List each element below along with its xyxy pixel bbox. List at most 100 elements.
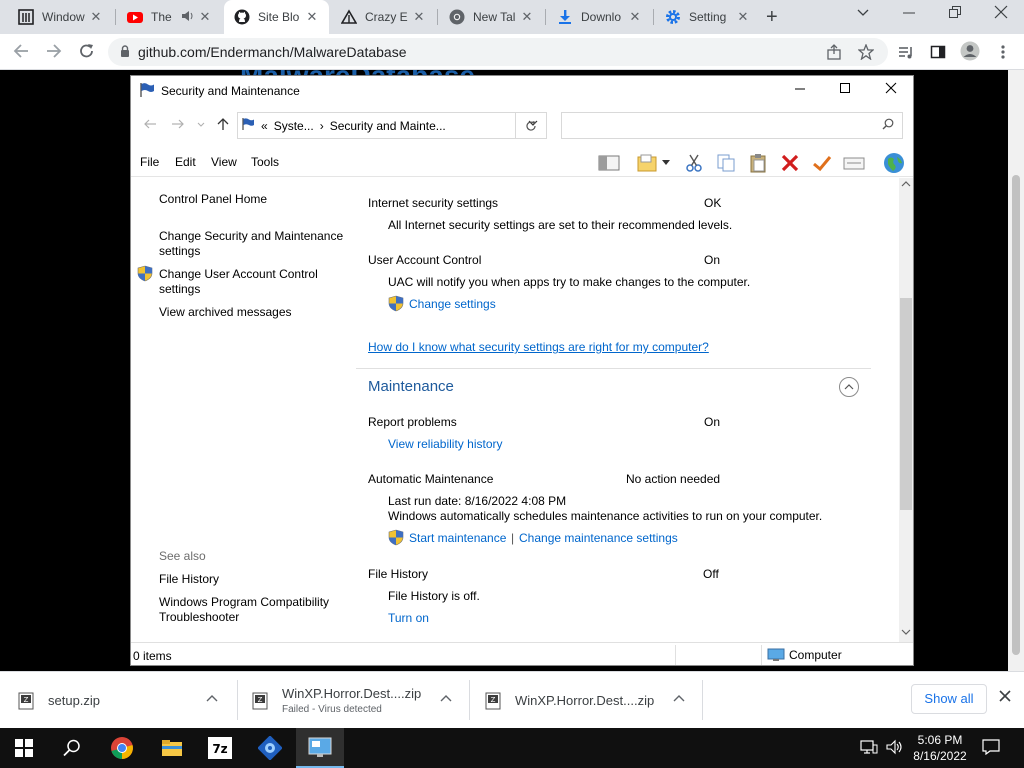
up-icon[interactable] xyxy=(216,117,230,134)
tab-crazy[interactable]: Crazy E ✕ xyxy=(331,0,436,34)
taskbar-search-icon[interactable] xyxy=(48,728,96,768)
speaker-icon[interactable] xyxy=(181,10,195,25)
address-bar[interactable]: github.com/Endermanch/MalwareDatabase xyxy=(108,38,888,66)
refresh-icon[interactable] xyxy=(515,112,547,139)
breadcrumb-overflow[interactable]: « xyxy=(261,119,268,133)
system-clock[interactable]: 5:06 PM 8/16/2022 xyxy=(910,732,970,764)
close-icon[interactable]: ✕ xyxy=(626,9,644,25)
tab-downloads[interactable]: Downlo ✕ xyxy=(547,0,652,34)
new-tab-button[interactable]: + xyxy=(766,7,778,27)
download-item[interactable]: Z WinXP.Horror.Dest....zip Failed - Viru… xyxy=(252,672,468,729)
tab-settings[interactable]: Setting ✕ xyxy=(655,0,760,34)
side-panel-icon[interactable] xyxy=(930,44,946,63)
change-maintenance-settings-link[interactable]: Change maintenance settings xyxy=(519,531,678,545)
profile-avatar-icon[interactable] xyxy=(960,41,980,64)
copy-icon[interactable] xyxy=(714,152,738,174)
scrollbar-thumb[interactable] xyxy=(900,298,912,510)
tab-archive[interactable]: Window ✕ xyxy=(8,0,113,34)
menu-file[interactable]: File xyxy=(140,155,159,169)
tab-github[interactable]: Site Blo ✕ xyxy=(224,0,329,34)
file-history-link[interactable]: File History xyxy=(159,572,349,587)
back-icon[interactable] xyxy=(143,117,157,134)
breadcrumb-separator[interactable]: › xyxy=(320,119,324,133)
reload-icon[interactable] xyxy=(78,42,96,65)
breadcrumb-item[interactable]: Security and Mainte... xyxy=(330,119,446,133)
menu-view[interactable]: View xyxy=(211,155,237,169)
close-icon[interactable]: ✕ xyxy=(734,9,752,25)
kebab-menu-icon[interactable] xyxy=(1000,44,1006,63)
menu-tools[interactable]: Tools xyxy=(251,155,279,169)
collapse-section-icon[interactable] xyxy=(839,377,859,397)
show-all-downloads-button[interactable]: Show all xyxy=(911,684,987,714)
security-settings-help-link[interactable]: How do I know what security settings are… xyxy=(368,340,709,354)
download-item[interactable]: Z WinXP.Horror.Dest....zip xyxy=(485,672,701,729)
compatibility-troubleshooter-link[interactable]: Windows Program Compatibility Troublesho… xyxy=(159,595,349,625)
page-scrollbar[interactable] xyxy=(1008,70,1024,671)
chrome-taskbar-icon[interactable] xyxy=(98,728,146,768)
7zip-icon[interactable]: 7z xyxy=(196,728,244,768)
minimize-icon[interactable] xyxy=(793,81,807,99)
properties-icon[interactable] xyxy=(842,152,866,174)
globe-icon[interactable] xyxy=(882,152,906,174)
minimize-icon[interactable] xyxy=(902,5,916,22)
cut-icon[interactable] xyxy=(682,152,706,174)
preview-pane-icon[interactable] xyxy=(597,152,621,174)
volume-icon[interactable] xyxy=(886,739,904,758)
notifications-icon[interactable] xyxy=(982,739,1000,758)
share-icon[interactable] xyxy=(826,44,842,63)
url-text: github.com/Endermanch/MalwareDatabase xyxy=(138,44,407,60)
close-icon[interactable] xyxy=(884,81,898,99)
chevron-up-icon[interactable] xyxy=(673,694,685,705)
start-button[interactable] xyxy=(0,728,48,768)
media-control-icon[interactable] xyxy=(898,44,914,63)
chevron-down-icon[interactable] xyxy=(659,152,673,174)
close-icon[interactable]: ✕ xyxy=(196,9,214,25)
maximize-icon[interactable] xyxy=(838,81,852,99)
download-item[interactable]: Z setup.zip xyxy=(18,672,236,729)
view-reliability-history-link[interactable]: View reliability history xyxy=(388,437,503,451)
scroll-down-icon[interactable] xyxy=(899,628,913,638)
tab-youtube[interactable]: The ✕ xyxy=(117,0,222,34)
automatic-maintenance-description: Windows automatically schedules maintena… xyxy=(388,509,823,523)
close-icon[interactable]: ✕ xyxy=(410,9,428,25)
control-panel-taskbar-icon[interactable] xyxy=(296,728,344,768)
close-icon[interactable]: ✕ xyxy=(87,9,105,25)
control-panel-home-link[interactable]: Control Panel Home xyxy=(159,192,349,207)
paste-icon[interactable] xyxy=(746,152,770,174)
control-panel-search-input[interactable] xyxy=(561,112,903,139)
turn-on-file-history-link[interactable]: Turn on xyxy=(388,611,429,625)
scroll-up-icon[interactable] xyxy=(899,180,913,190)
network-icon[interactable] xyxy=(860,739,878,758)
file-explorer-icon[interactable] xyxy=(148,728,196,768)
checkmark-icon[interactable] xyxy=(810,152,834,174)
scrollbar-thumb[interactable] xyxy=(1012,175,1020,655)
close-icon[interactable]: ✕ xyxy=(303,9,321,25)
breadcrumb[interactable]: « Syste... › Security and Mainte... xyxy=(237,112,547,139)
folder-options-icon[interactable] xyxy=(635,152,659,174)
uac-change-settings-link[interactable]: Change settings xyxy=(409,297,496,311)
close-icon[interactable] xyxy=(998,689,1012,708)
forward-icon[interactable] xyxy=(171,117,185,134)
close-icon[interactable]: ✕ xyxy=(518,9,536,25)
content-scrollbar[interactable] xyxy=(899,178,913,642)
change-uac-settings-link[interactable]: Change User Account Control settings xyxy=(159,267,349,297)
close-icon[interactable] xyxy=(994,5,1008,22)
recent-locations-icon[interactable] xyxy=(197,117,205,134)
chevron-up-icon[interactable] xyxy=(440,694,452,705)
breadcrumb-item[interactable]: Syste... xyxy=(274,119,314,133)
menu-edit[interactable]: Edit xyxy=(175,155,196,169)
forward-icon[interactable] xyxy=(45,42,63,65)
delete-icon[interactable] xyxy=(778,152,802,174)
restore-icon[interactable] xyxy=(948,5,962,22)
back-icon[interactable] xyxy=(12,42,30,65)
process-app-icon[interactable] xyxy=(246,728,294,768)
tab-new-tab[interactable]: New Tal ✕ xyxy=(439,0,544,34)
change-security-maintenance-settings-link[interactable]: Change Security and Maintenance settings xyxy=(159,229,349,259)
bookmark-star-icon[interactable] xyxy=(857,43,875,63)
view-archived-messages-link[interactable]: View archived messages xyxy=(159,305,349,320)
maintenance-section-header[interactable]: Maintenance xyxy=(368,378,454,395)
start-maintenance-link[interactable]: Start maintenance xyxy=(409,531,506,545)
lock-icon[interactable] xyxy=(120,44,130,60)
tab-search-icon[interactable] xyxy=(856,5,870,22)
chevron-up-icon[interactable] xyxy=(206,694,218,705)
